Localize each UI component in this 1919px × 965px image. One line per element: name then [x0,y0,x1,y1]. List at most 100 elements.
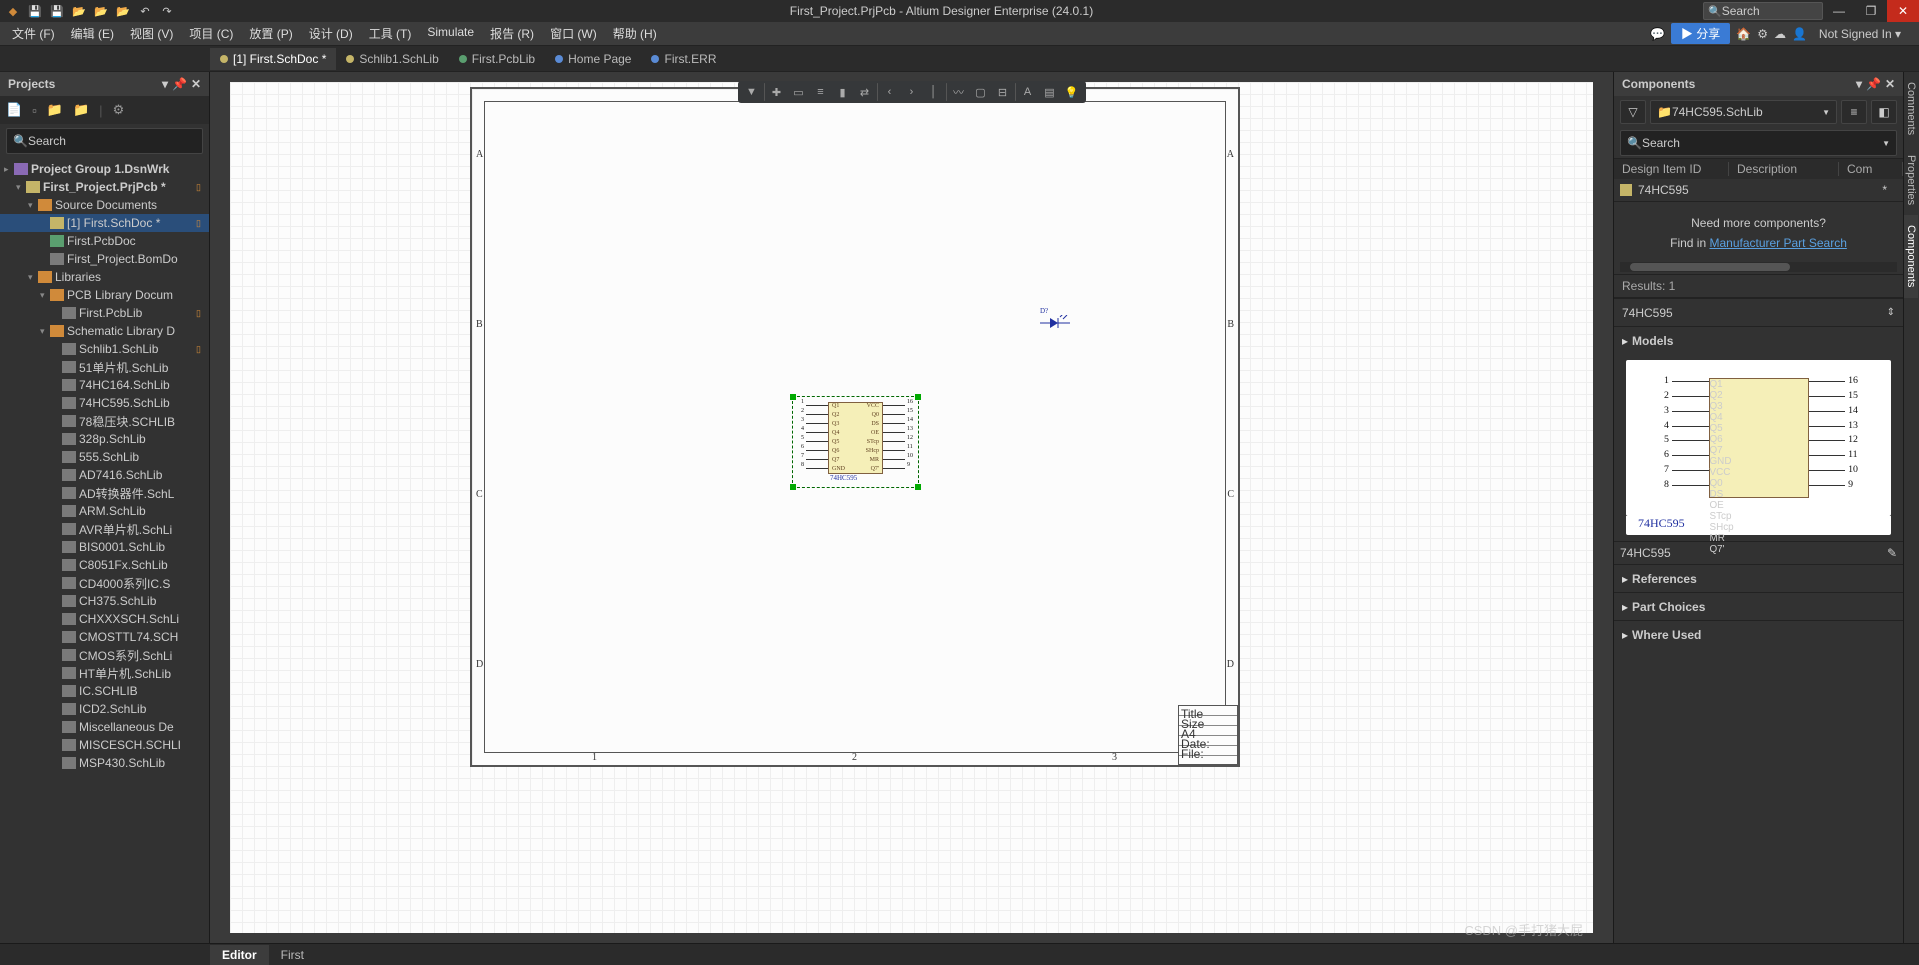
models-header[interactable]: ▸ Models [1614,326,1903,354]
open3-icon[interactable]: 📂 [116,4,130,18]
footer-tab-first[interactable]: First [269,945,316,965]
tree-item[interactable]: 74HC595.SchLib [0,394,209,412]
tree-item[interactable]: BIS0001.SchLib [0,538,209,556]
tree-item[interactable]: CD4000系列IC.S [0,574,209,592]
where-used-section[interactable]: ▸ Where Used [1614,620,1903,648]
doc-tab[interactable]: Schlib1.SchLib [336,48,448,70]
tree-item[interactable]: ▸Project Group 1.DsnWrk [0,160,209,178]
tree-item[interactable]: First.PcbDoc [0,232,209,250]
dropdown-icon[interactable]: 📌 [172,77,187,91]
tree-item[interactable]: ▾Schematic Library D [0,322,209,340]
library-selector[interactable]: 📁 74HC595.SchLib▼ [1650,100,1837,124]
footer-tab-editor[interactable]: Editor [210,945,269,965]
tree-item[interactable]: ▾PCB Library Docum [0,286,209,304]
menu-报告[interactable]: 报告 (R) [482,23,542,44]
schematic-canvas[interactable]: AABBCCDD123 TitleSize A4Date: File: 1234… [210,72,1613,943]
part-choices-section[interactable]: ▸ Part Choices [1614,592,1903,620]
references-section[interactable]: ▸ References [1614,564,1903,592]
rect-icon[interactable]: ▭ [789,83,809,101]
chev-l-icon[interactable]: ‹ [880,83,900,101]
align-l-icon[interactable]: ≡ [811,83,831,101]
component-74hc595[interactable]: 12345678 Q1Q2Q3Q4Q5Q6Q7GNDVCCQ0DSOESTcpS… [800,402,911,482]
project-tree[interactable]: ▸Project Group 1.DsnWrk▾First_Project.Pr… [0,158,209,943]
component-row[interactable]: 74HC595* [1614,179,1903,201]
text-icon[interactable]: A [1018,83,1038,101]
swap-icon[interactable]: ⇄ [855,83,875,101]
minimize-button[interactable]: — [1823,0,1855,22]
menu-项目[interactable]: 项目 (C) [181,23,241,44]
rail-tab-properties[interactable]: Properties [1904,145,1918,215]
line-icon[interactable]: │ [924,83,944,101]
tree-item[interactable]: MISCESCH.SCHLI [0,736,209,754]
redo-icon[interactable]: ↷ [160,4,174,18]
rail-tab-components[interactable]: Components [1904,215,1918,297]
save-all-icon[interactable]: 💾 [50,4,64,18]
tree-item[interactable]: ICD2.SchLib [0,700,209,718]
user-icon[interactable]: 👤 [1792,27,1807,41]
pin-icon[interactable]: ▾ [162,77,168,91]
undo-icon[interactable]: ↶ [138,4,152,18]
tree-item[interactable]: ▾Libraries [0,268,209,286]
menu-编辑[interactable]: 编辑 (E) [63,23,122,44]
edit-icon[interactable]: ✎ [1887,546,1897,560]
gear-icon[interactable]: ⚙ [113,102,125,118]
maximize-button[interactable]: ❐ [1855,0,1887,22]
doc-tab[interactable]: [1] First.SchDoc * [210,48,336,70]
doc-tab[interactable]: First.ERR [641,48,726,70]
tree-item[interactable]: ▾Source Documents [0,196,209,214]
folder-icon[interactable]: 📁 [47,102,63,118]
mps-link[interactable]: Manufacturer Part Search [1709,236,1846,250]
menu-帮助[interactable]: 帮助 (H) [605,23,665,44]
file-icon[interactable]: 📄 [6,102,22,118]
menu-设计[interactable]: 设计 (D) [301,23,361,44]
tree-item[interactable]: AD7416.SchLib [0,466,209,484]
close-button[interactable]: ✕ [1887,0,1919,22]
menu-文件[interactable]: 文件 (F) [4,23,63,44]
save-icon[interactable]: 💾 [28,4,42,18]
tree-item[interactable]: Miscellaneous De [0,718,209,736]
dash-icon[interactable]: ⊟ [993,83,1013,101]
tag-icon[interactable]: ▢ [971,83,991,101]
close-panel-icon[interactable]: ✕ [191,77,201,91]
folder2-icon[interactable]: 📁 [73,102,89,118]
share-button[interactable]: ▶ 分享 [1671,23,1730,44]
tree-item[interactable]: CMOS系列.SchLi [0,646,209,664]
tree-item[interactable]: C8051Fx.SchLib [0,556,209,574]
menu-视图[interactable]: 视图 (V) [122,23,181,44]
tree-item[interactable]: CH375.SchLib [0,592,209,610]
tree-item[interactable]: AD转换器件.SchL [0,484,209,502]
comment-icon[interactable]: 💬 [1650,27,1665,41]
tree-item[interactable]: Schlib1.SchLib▯ [0,340,209,358]
note-icon[interactable]: ▤ [1040,83,1060,101]
tree-item[interactable]: MSP430.SchLib [0,754,209,772]
menu-窗口[interactable]: 窗口 (W) [542,23,605,44]
selected-component[interactable]: 74HC595⇕ [1614,298,1903,326]
tree-item[interactable]: 555.SchLib [0,448,209,466]
tree-item[interactable]: 328p.SchLib [0,430,209,448]
doc-tab[interactable]: Home Page [545,48,641,70]
rail-tab-comments[interactable]: Comments [1904,72,1918,145]
tree-item[interactable]: CHXXXSCH.SchLi [0,610,209,628]
filter-icon[interactable]: ▼ [742,83,762,101]
list-view-icon[interactable]: ≡ [1841,100,1867,124]
menu-放置[interactable]: 放置 (P) [241,23,300,44]
component-diode[interactable]: D? [1040,307,1070,334]
h-scrollbar[interactable] [1620,262,1897,272]
signin-status[interactable]: Not Signed In ▾ [1813,27,1907,41]
open-icon[interactable]: 📂 [72,4,86,18]
wave-icon[interactable]: 〰 [949,83,969,101]
chev-r-icon[interactable]: › [902,83,922,101]
tree-item[interactable]: IC.SCHLIB [0,682,209,700]
tree-item[interactable]: 78稳压块.SCHLIB [0,412,209,430]
filter-icon[interactable]: ▽ [1620,100,1646,124]
bar-icon[interactable]: ▮ [833,83,853,101]
menu-工具[interactable]: 工具 (T) [361,23,420,44]
doc-tab[interactable]: First.PcbLib [449,48,545,70]
tree-item[interactable]: ▾First_Project.PrjPcb *▯ [0,178,209,196]
cloud-icon[interactable]: ☁ [1774,27,1786,41]
open2-icon[interactable]: 📂 [94,4,108,18]
tree-item[interactable]: [1] First.SchDoc *▯ [0,214,209,232]
titlebar-search[interactable]: 🔍 Search [1703,2,1823,20]
tree-item[interactable]: HT单片机.SchLib [0,664,209,682]
home-icon[interactable]: 🏠 [1736,27,1751,41]
